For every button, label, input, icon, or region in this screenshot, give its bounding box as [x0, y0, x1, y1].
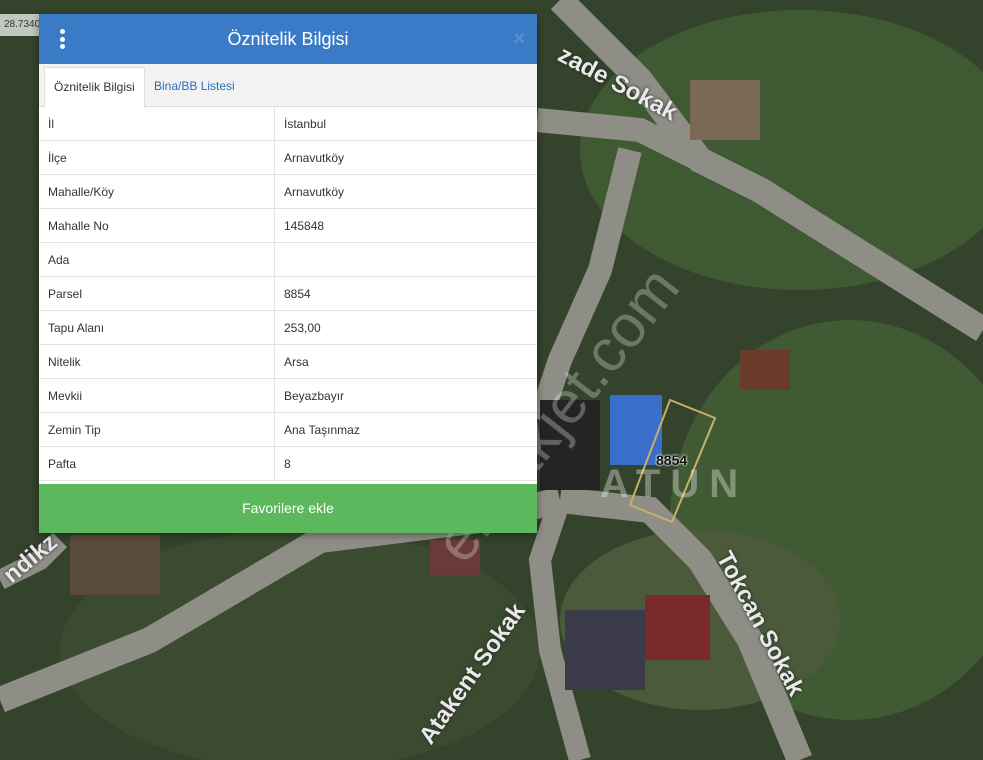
- parcel-number-label: 8854: [656, 452, 688, 468]
- tab-attribute-info[interactable]: Öznitelik Bilgisi: [44, 67, 145, 108]
- attribute-value: 253,00: [274, 310, 537, 345]
- table-row: Parsel 8854: [39, 276, 537, 311]
- attribute-table: İl İstanbul İlçe Arnavutköy Mahalle/Köy Arnav…: [39, 107, 537, 481]
- panel-title: Öznitelik Bilgisi: [227, 29, 349, 49]
- table-row: İl İstanbul: [39, 107, 537, 141]
- attribute-key: Mahalle/Köy: [39, 174, 275, 209]
- table-row: Zemin Tip Ana Taşınmaz: [39, 412, 537, 447]
- attribute-value: Arsa: [274, 344, 537, 379]
- attribute-value: 8: [274, 446, 537, 481]
- attribute-value: Beyazbayır: [274, 378, 537, 413]
- attribute-value: İstanbul: [274, 107, 537, 141]
- table-row: Nitelik Arsa: [39, 344, 537, 379]
- table-row: Mahalle/Köy Arnavutköy: [39, 174, 537, 209]
- attribute-value: Arnavutköy: [274, 140, 537, 175]
- attribute-key: İl: [39, 107, 275, 141]
- attribute-key: Parsel: [39, 276, 275, 311]
- attribute-value: 8854: [274, 276, 537, 311]
- tab-bar: Öznitelik Bilgisi Bina/BB Listesi: [39, 64, 537, 108]
- attribute-value: Ana Taşınmaz: [274, 412, 537, 447]
- attribute-key: Zemin Tip: [39, 412, 275, 447]
- attribute-key: Pafta: [39, 446, 275, 481]
- table-row: Mevkii Beyazbayır: [39, 378, 537, 413]
- attribute-key: Ada: [39, 242, 275, 277]
- attribute-key: İlçe: [39, 140, 275, 175]
- panel-header: Öznitelik Bilgisi ×: [39, 14, 537, 64]
- attribute-value: Arnavutköy: [274, 174, 537, 209]
- table-row: Mahalle No 145848: [39, 208, 537, 243]
- table-row: Pafta 8: [39, 446, 537, 481]
- tab-building-list[interactable]: Bina/BB Listesi: [145, 67, 244, 106]
- add-to-favorites-button[interactable]: Favorilere ekle: [39, 484, 537, 533]
- close-icon[interactable]: ×: [513, 27, 525, 51]
- table-row: Ada: [39, 242, 537, 277]
- attribute-value: [274, 242, 537, 277]
- area-name-label: ATUN: [600, 462, 749, 506]
- attribute-value: 145848: [274, 208, 537, 243]
- attribute-key: Mevkii: [39, 378, 275, 413]
- table-row: İlçe Arnavutköy: [39, 140, 537, 175]
- attribute-key: Nitelik: [39, 344, 275, 379]
- coordinate-readout: 28.7340: [0, 14, 45, 36]
- attribute-key: Tapu Alanı: [39, 310, 275, 345]
- table-row: Tapu Alanı 253,00: [39, 310, 537, 345]
- attribute-key: Mahalle No: [39, 208, 275, 243]
- attribute-info-panel: Öznitelik Bilgisi × Öznitelik Bilgisi Bi…: [39, 14, 537, 533]
